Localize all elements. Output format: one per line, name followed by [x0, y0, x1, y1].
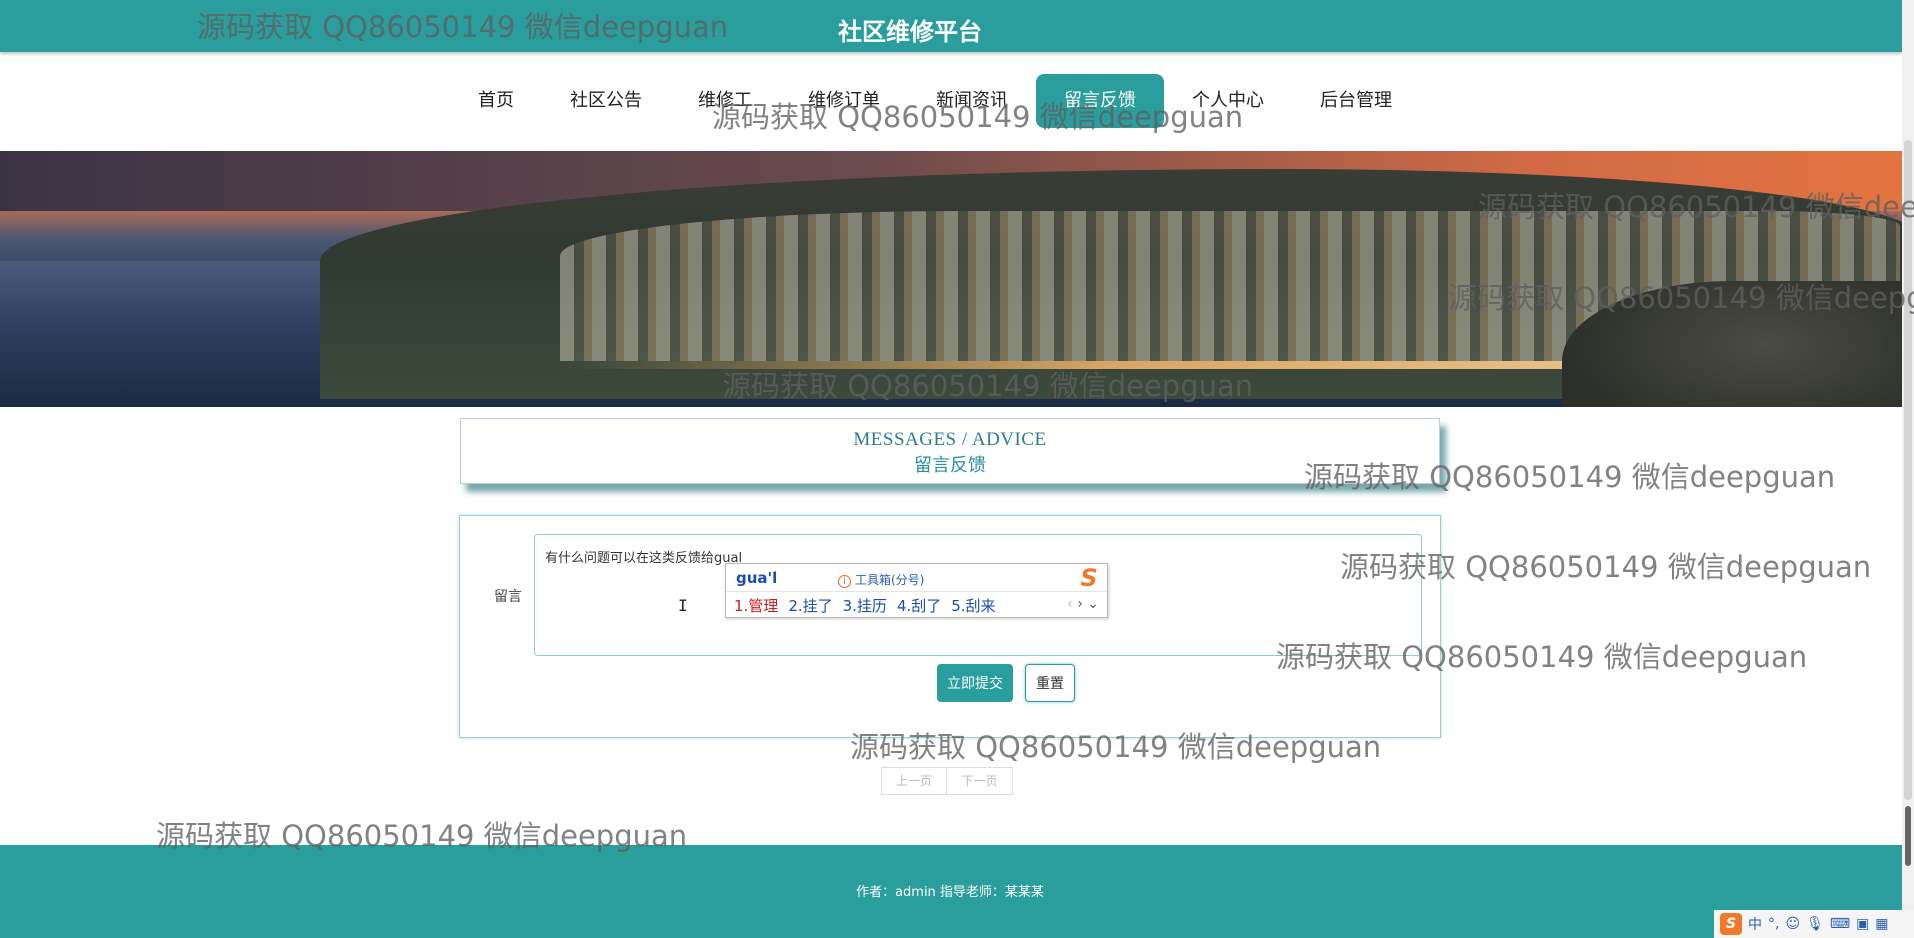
- ime-toolbox-label: 工具箱(分号): [855, 573, 925, 587]
- section-title-cn: 留言反馈: [914, 455, 986, 476]
- section-heading: MESSAGES / ADVICE 留言反馈: [460, 418, 1440, 484]
- top-bar: 社区维修平台: [0, 0, 1902, 52]
- ime-candidate-5[interactable]: 5.刮来: [951, 597, 995, 615]
- punctuation-icon[interactable]: °,: [1768, 916, 1779, 932]
- footer: 作者：admin 指导老师：某某某: [0, 845, 1902, 938]
- ime-divider: [726, 591, 1107, 592]
- nav-item-personal-center[interactable]: 个人中心: [1164, 74, 1292, 128]
- section-title-en: MESSAGES / ADVICE: [853, 429, 1047, 450]
- toolbox-icon[interactable]: ▦: [1875, 916, 1888, 932]
- nav-item-announcements[interactable]: 社区公告: [542, 74, 670, 128]
- main-nav: 首页 社区公告 维修工 维修订单 新闻资讯 留言反馈 个人中心 后台管理: [450, 74, 1420, 128]
- info-icon: i: [838, 575, 851, 588]
- sogou-logo-icon: S: [1080, 564, 1098, 592]
- ime-candidates: 1.管理 2.挂了 3.挂历 4.刮了 5.刮来: [734, 595, 1006, 616]
- keyboard-icon[interactable]: ⌨: [1830, 916, 1850, 932]
- page-scrollbar[interactable]: [1902, 0, 1914, 938]
- chevron-left-icon[interactable]: ‹: [1067, 596, 1073, 612]
- nav-item-repair-orders[interactable]: 维修订单: [780, 74, 908, 128]
- chevron-right-icon[interactable]: ›: [1077, 596, 1083, 612]
- ime-lang-indicator[interactable]: 中: [1748, 914, 1762, 934]
- sogou-tray-icon[interactable]: S: [1720, 913, 1742, 935]
- ime-candidate-2[interactable]: 2.挂了: [788, 597, 832, 615]
- nav-item-home[interactable]: 首页: [450, 74, 542, 128]
- emoji-icon[interactable]: ☺: [1785, 916, 1800, 932]
- footer-text: 作者：admin 指导老师：某某某: [856, 885, 1044, 900]
- ime-composition: gua'l: [736, 569, 778, 587]
- nav-item-repair-workers[interactable]: 维修工: [670, 74, 780, 128]
- ime-candidate-3[interactable]: 3.挂历: [843, 597, 887, 615]
- ime-toolbox[interactable]: i 工具箱(分号): [838, 571, 924, 588]
- banner-shore-lights: [560, 361, 1660, 369]
- feedback-form: 留言 有什么问题可以在这类反馈给gual 立即提交 重置: [459, 515, 1441, 738]
- submit-button[interactable]: 立即提交: [937, 664, 1013, 702]
- ime-candidate-popup: gua'l i 工具箱(分号) S 1.管理 2.挂了 3.挂历 4.刮了 5.刮来 ‹ …: [725, 563, 1108, 618]
- scrollbar-thumb[interactable]: [1904, 140, 1912, 800]
- chevron-down-icon[interactable]: ⌄: [1087, 596, 1099, 612]
- ime-candidate-4[interactable]: 4.刮了: [897, 597, 941, 615]
- ime-tray: S 中 °, ☺ 🎙 ⌨ ▣ ▦: [1714, 910, 1914, 938]
- ime-candidate-1[interactable]: 1.管理: [734, 597, 778, 615]
- nav-item-admin[interactable]: 后台管理: [1292, 74, 1420, 128]
- nav-item-news[interactable]: 新闻资讯: [908, 74, 1036, 128]
- banner-image: [0, 151, 1902, 407]
- ime-page-arrows: ‹ › ⌄: [1067, 596, 1099, 612]
- pagination: 上一页 下一页: [881, 767, 1013, 795]
- prev-page-button[interactable]: 上一页: [881, 767, 947, 795]
- microphone-icon[interactable]: 🎙: [1806, 916, 1824, 932]
- text-cursor-icon: I: [678, 596, 688, 615]
- site-title: 社区维修平台: [838, 18, 982, 46]
- skin-icon[interactable]: ▣: [1856, 916, 1869, 932]
- message-label: 留言: [494, 589, 522, 605]
- next-page-button[interactable]: 下一页: [947, 767, 1013, 795]
- reset-button[interactable]: 重置: [1025, 664, 1075, 702]
- nav-item-feedback[interactable]: 留言反馈: [1036, 74, 1164, 128]
- scrollbar-thumb-secondary[interactable]: [1905, 806, 1911, 866]
